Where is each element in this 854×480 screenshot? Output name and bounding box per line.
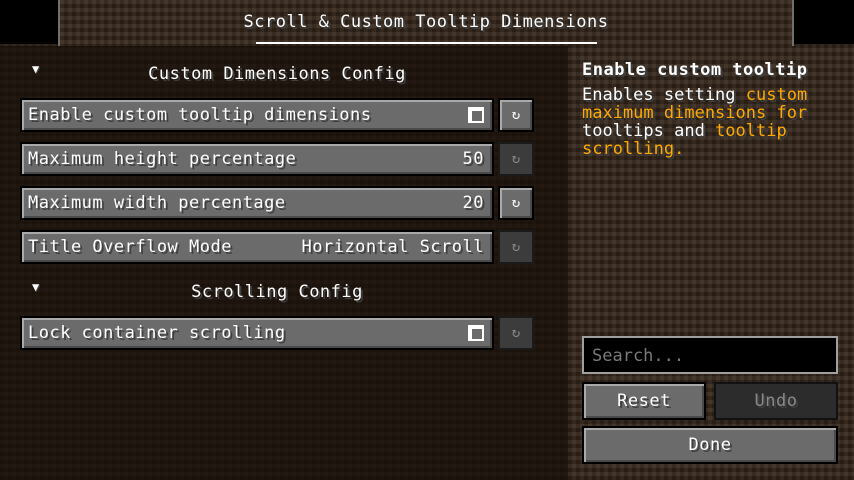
option-row-title-overflow-mode[interactable]: Title Overflow Mode Horizontal Scroll ↻ [20,230,535,266]
reset-icon: ↻ [511,239,521,255]
option-value: 50 [462,149,484,169]
option-value: Horizontal Scroll [301,237,484,257]
reset-icon: ↻ [511,325,521,341]
tooltip-description: Enables setting custom maximum dimension… [582,86,842,158]
option-field[interactable]: Maximum height percentage 50 [20,142,494,176]
reset-icon: ↻ [511,107,521,123]
tab-bar-right [794,0,854,44]
option-name: Maximum height percentage [28,149,297,169]
checkbox-checked-icon[interactable] [468,107,484,123]
config-list-panel[interactable]: ▼ Custom Dimensions Config Enable custom… [0,46,568,480]
option-name: Enable custom tooltip dimensions [28,105,372,125]
section-title: Scrolling Config [191,282,363,302]
section-header-custom-dimensions[interactable]: ▼ Custom Dimensions Config [0,62,568,86]
option-field[interactable]: Title Overflow Mode Horizontal Scroll [20,230,494,264]
tab-bar-left [0,0,58,44]
undo-button[interactable]: Undo [714,382,838,420]
option-value: 20 [462,193,484,213]
section-title: Custom Dimensions Config [148,64,406,84]
reset-icon: ↻ [511,151,521,167]
option-name: Maximum width percentage [28,193,286,213]
option-field[interactable]: Lock container scrolling [20,316,494,350]
option-row-lock-container-scrolling[interactable]: Lock container scrolling ↻ [20,316,535,352]
title-underline [256,42,597,44]
reset-icon: ↻ [511,195,521,211]
done-button[interactable]: Done [582,426,838,464]
search-box[interactable] [582,336,838,374]
option-field[interactable]: Maximum width percentage 20 [20,186,494,220]
section-header-scrolling[interactable]: ▼ Scrolling Config [0,280,568,304]
option-name: Lock container scrolling [28,323,286,343]
reset-option-button[interactable]: ↻ [498,230,534,264]
reset-button[interactable]: Reset [582,382,706,420]
reset-option-button[interactable]: ↻ [498,186,534,220]
reset-option-button[interactable]: ↻ [498,98,534,132]
option-name: Title Overflow Mode [28,237,232,257]
search-input[interactable] [590,344,834,368]
checkbox-checked-icon[interactable] [468,325,484,341]
tooltip-text: tooltips and [582,121,716,141]
option-row-max-height[interactable]: Maximum height percentage 50 ↻ [20,142,535,178]
tooltip-text: Enables setting [582,85,746,105]
reset-option-button[interactable]: ↻ [498,142,534,176]
title-tab[interactable]: Scroll & Custom Tooltip Dimensions [58,0,794,46]
option-row-enable-custom-tooltip[interactable]: Enable custom tooltip dimensions ↻ [20,98,535,134]
option-row-max-width[interactable]: Maximum width percentage 20 ↻ [20,186,535,222]
reset-option-button[interactable]: ↻ [498,316,534,350]
window-title: Scroll & Custom Tooltip Dimensions [243,12,609,32]
side-panel: Enable custom tooltip Enables setting cu… [568,46,854,480]
tooltip-title: Enable custom tooltip [582,60,808,80]
option-field[interactable]: Enable custom tooltip dimensions [20,98,494,132]
